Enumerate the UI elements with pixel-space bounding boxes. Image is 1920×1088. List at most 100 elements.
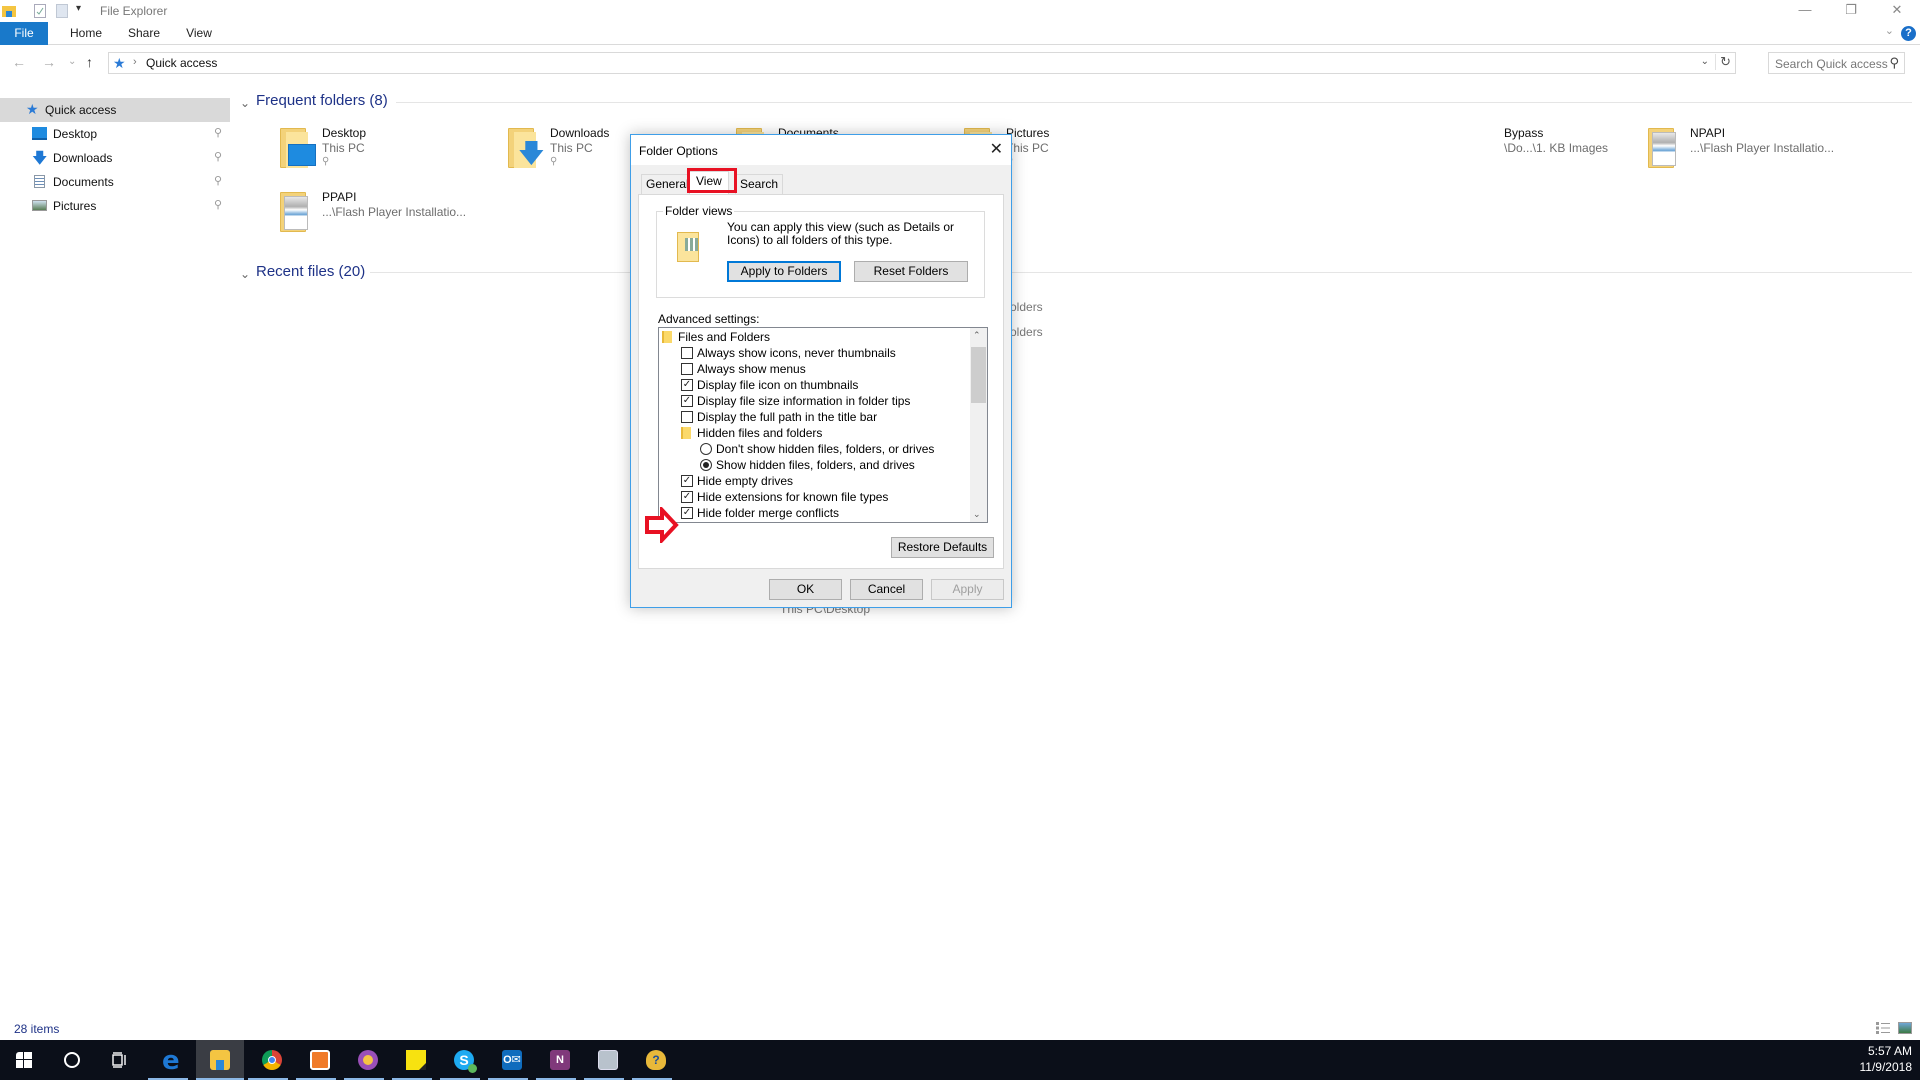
search-input[interactable]: Search Quick access ⚲ (1768, 52, 1905, 74)
sidebar-item-documents[interactable]: Documents ⚲ (0, 170, 230, 194)
taskbar-file-explorer[interactable] (196, 1040, 244, 1080)
collapse-frequent-icon[interactable]: ⌄ (240, 96, 250, 110)
checkbox-checked[interactable]: ✓ (681, 491, 693, 503)
scroll-down-icon[interactable]: ⌄ (973, 509, 981, 520)
sticky-notes-icon (406, 1050, 426, 1070)
option-label: Don't show hidden files, folders, or dri… (716, 442, 935, 456)
tab-share[interactable]: Share (124, 22, 164, 45)
folder-tile-desktop[interactable]: Desktop This PC ⚲ (276, 126, 496, 182)
help-icon[interactable]: ? (1901, 26, 1916, 41)
sidebar-item-desktop[interactable]: Desktop ⚲ (0, 122, 230, 146)
checkbox-checked[interactable]: ✓ (681, 507, 693, 519)
address-bar[interactable]: ★ › Quick access ⌄ ↻ (108, 52, 1736, 74)
start-button[interactable] (0, 1040, 48, 1080)
quick-access-icon: ★ (113, 55, 126, 71)
checkbox-option[interactable]: Display the full path in the title bar (659, 409, 969, 425)
checkbox-option[interactable]: ✓ Display file icon on thumbnails (659, 377, 969, 393)
taskbar-onenote[interactable]: N (536, 1040, 584, 1080)
sidebar-item-quick-access[interactable]: ★ Quick access (0, 98, 230, 122)
details-view-icon[interactable] (1876, 1022, 1890, 1034)
radio-option[interactable]: Don't show hidden files, folders, or dri… (659, 441, 969, 457)
checkbox-option[interactable]: Always show icons, never thumbnails (659, 345, 969, 361)
pin-icon[interactable]: ⚲ (214, 198, 222, 211)
taskbar-skype[interactable]: S (440, 1040, 488, 1080)
pin-icon[interactable]: ⚲ (214, 126, 222, 139)
frequent-folders-header[interactable]: Frequent folders (8) (256, 92, 388, 109)
tab-view[interactable]: View (180, 22, 218, 45)
taskbar-resource-monitor[interactable] (584, 1040, 632, 1080)
folder-tile-ppapi[interactable]: PPAPI ...\Flash Player Installatio... (276, 190, 496, 246)
up-button[interactable]: ↑ (86, 54, 93, 70)
refresh-icon[interactable]: ↻ (1715, 54, 1731, 70)
radio-option[interactable]: Show hidden files, folders, and drives (659, 457, 969, 473)
new-folder-icon[interactable] (56, 4, 68, 18)
checkbox-option[interactable]: ✓ Hide folder merge conflicts (659, 505, 969, 521)
checkbox-option[interactable]: ✓ Hide extensions for known file types (659, 489, 969, 505)
forward-button[interactable]: → (42, 54, 56, 70)
file-explorer-icon[interactable] (2, 4, 16, 18)
cancel-button[interactable]: Cancel (850, 579, 923, 600)
ok-button[interactable]: OK (769, 579, 842, 600)
taskbar-outlook[interactable]: O✉ (488, 1040, 536, 1080)
taskbar-chrome[interactable] (248, 1040, 296, 1080)
taskbar-app-chat[interactable] (344, 1040, 392, 1080)
checkbox-checked[interactable]: ✓ (681, 379, 693, 391)
radio-selected[interactable] (700, 459, 712, 471)
dialog-title-bar[interactable]: Folder Options ✕ (631, 135, 1011, 165)
task-view-button[interactable] (96, 1040, 144, 1080)
folder-views-legend: Folder views (663, 204, 735, 218)
reset-folders-button[interactable]: Reset Folders (854, 261, 968, 282)
collapse-recent-icon[interactable]: ⌄ (240, 267, 250, 281)
checkbox-unchecked[interactable] (681, 347, 693, 359)
tab-general[interactable]: General (641, 174, 694, 194)
advanced-settings-list[interactable]: Files and Folders Always show icons, neve… (658, 327, 988, 523)
scroll-up-icon[interactable]: ⌃ (973, 330, 981, 341)
chat-app-icon (358, 1050, 378, 1070)
checkbox-option[interactable]: Always show menus (659, 361, 969, 377)
tab-search[interactable]: Search (735, 174, 784, 194)
restore-defaults-button[interactable]: Restore Defaults (891, 537, 994, 558)
onenote-icon: N (550, 1050, 570, 1070)
checkbox-checked[interactable]: ✓ (681, 395, 693, 407)
checkbox-unchecked[interactable] (681, 411, 693, 423)
restore-button[interactable]: ❐ (1828, 0, 1874, 22)
cortana-button[interactable] (48, 1040, 96, 1080)
taskbar-app-orange[interactable] (296, 1040, 344, 1080)
minimize-button[interactable]: — (1782, 0, 1828, 22)
close-button[interactable]: ✕ (1874, 0, 1920, 22)
sidebar-item-pictures[interactable]: Pictures ⚲ (0, 194, 230, 218)
recent-files-header[interactable]: Recent files (20) (256, 263, 365, 280)
annotation-highlight-box (687, 168, 737, 193)
properties-icon[interactable] (34, 4, 46, 18)
folder-tile-npapi[interactable]: NPAPI ...\Flash Player Installatio... (1644, 126, 1864, 182)
apply-to-folders-button[interactable]: Apply to Folders (727, 261, 841, 282)
breadcrumb-quick-access[interactable]: Quick access (146, 56, 217, 70)
pin-icon[interactable]: ⚲ (214, 150, 222, 163)
taskbar-edge[interactable]: e (148, 1040, 196, 1080)
scrollbar-thumb[interactable] (971, 347, 986, 403)
large-icons-view-icon[interactable] (1898, 1022, 1912, 1034)
taskbar-sticky-notes[interactable] (392, 1040, 440, 1080)
checkbox-unchecked[interactable] (681, 363, 693, 375)
pin-icon[interactable]: ⚲ (214, 174, 222, 187)
expand-ribbon-icon[interactable]: ⌄ (1885, 24, 1894, 37)
radio-unselected[interactable] (700, 443, 712, 455)
back-button[interactable]: ← (12, 54, 26, 70)
breadcrumb-separator-icon[interactable]: › (133, 56, 137, 68)
recent-locations-button[interactable]: ⌄ (68, 56, 76, 67)
search-icon[interactable]: ⚲ (1889, 55, 1899, 71)
apply-button[interactable]: Apply (931, 579, 1004, 600)
checkbox-option[interactable]: ✓ Display file size information in folder… (659, 393, 969, 409)
recent-file-location: olders (1010, 300, 1043, 314)
checkbox-checked[interactable]: ✓ (681, 475, 693, 487)
address-dropdown-icon[interactable]: ⌄ (1701, 56, 1709, 67)
tab-file[interactable]: File (0, 22, 48, 45)
checkbox-option[interactable]: ✓ Hide empty drives (659, 473, 969, 489)
sidebar-item-downloads[interactable]: 🡇 Downloads ⚲ (0, 146, 230, 170)
customize-qat-icon[interactable]: ▾ (76, 3, 88, 17)
system-clock[interactable]: 5:57 AM 11/9/2018 (1860, 1043, 1913, 1075)
dialog-close-button[interactable]: ✕ (990, 139, 1003, 159)
taskbar-help-app[interactable]: ? (632, 1040, 680, 1080)
advanced-settings-scrollbar[interactable]: ⌃ ⌄ (970, 328, 987, 522)
tab-home[interactable]: Home (66, 22, 106, 45)
